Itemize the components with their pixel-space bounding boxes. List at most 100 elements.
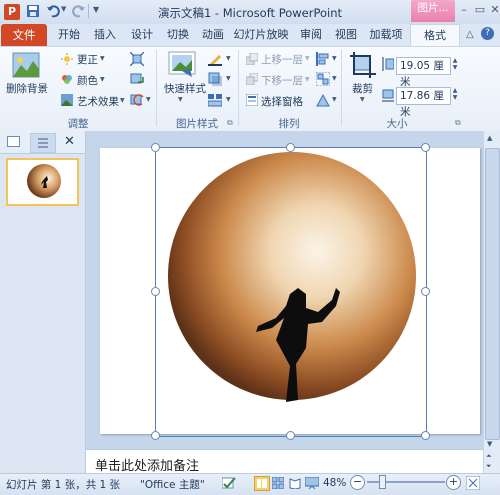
bring-forward-dropdown-icon[interactable]: ▼ (305, 55, 310, 62)
save-icon[interactable] (26, 4, 40, 18)
align-dropdown-icon[interactable]: ▼ (332, 55, 337, 62)
change-picture-icon[interactable] (130, 72, 144, 89)
tab-review[interactable]: 审阅 (296, 24, 326, 46)
zoom-in-icon[interactable]: + (446, 475, 461, 490)
resize-handle-bottom[interactable] (286, 431, 295, 440)
notes-placeholder[interactable]: 单击此处添加备注 (95, 455, 199, 474)
color-button[interactable]: 颜色 (77, 73, 98, 88)
height-icon (382, 57, 395, 74)
remove-background-button[interactable]: 删除背景 (6, 81, 48, 96)
tab-file[interactable]: 文件 (1, 24, 47, 46)
outline-tab[interactable] (30, 133, 56, 153)
undo-dropdown-icon[interactable]: ▼ (61, 5, 66, 13)
tab-slideshow[interactable]: 幻灯片放映 (233, 24, 289, 46)
undo-icon[interactable] (46, 4, 60, 18)
fit-to-window-icon[interactable] (465, 475, 481, 493)
height-spinner[interactable]: ▲ ▼ (451, 57, 459, 71)
redo-icon[interactable] (72, 4, 86, 18)
height-input[interactable]: 19.05 厘米 (396, 57, 451, 88)
spell-check-icon[interactable] (221, 476, 236, 493)
close-pane-icon[interactable]: ✕ (64, 134, 75, 149)
width-spinner[interactable]: ▲ ▼ (451, 87, 459, 101)
previous-slide-icon[interactable]: ⏶ (486, 452, 492, 461)
tab-addins[interactable]: 加载项 (366, 24, 406, 46)
size-launcher-icon[interactable]: ⧉ (455, 118, 461, 128)
picture-border-dropdown-icon[interactable]: ▼ (226, 55, 231, 62)
reset-picture-icon[interactable] (130, 93, 144, 110)
resize-handle-bottom-left[interactable] (151, 431, 160, 440)
bring-forward-button[interactable]: 上移一层 (261, 52, 303, 67)
powerpoint-app-icon[interactable]: P (4, 4, 20, 20)
rotate-icon[interactable] (316, 93, 330, 110)
corrections-button[interactable]: 更正 (77, 52, 98, 67)
artistic-effects-dropdown-icon[interactable]: ▼ (120, 97, 125, 104)
picture-styles-launcher-icon[interactable]: ⧉ (227, 118, 233, 128)
resize-handle-left[interactable] (151, 287, 160, 296)
tab-format[interactable]: 格式 (410, 24, 460, 48)
reading-view-icon[interactable] (289, 477, 301, 492)
tab-view[interactable]: 视图 (331, 24, 361, 46)
crop-button[interactable]: 裁剪 (352, 81, 373, 96)
slide-thumbnail[interactable] (6, 158, 79, 206)
tab-insert[interactable]: 插入 (90, 24, 120, 46)
scroll-down-icon[interactable]: ▼ (487, 440, 492, 448)
tab-transitions[interactable]: 切换 (163, 24, 193, 46)
tab-animations[interactable]: 动画 (198, 24, 228, 46)
resize-handle-bottom-right[interactable] (421, 431, 430, 440)
customize-qat-icon[interactable]: ▼ (93, 5, 99, 14)
picture-layout-icon[interactable] (207, 93, 223, 110)
resize-handle-top[interactable] (286, 143, 295, 152)
group-separator (238, 50, 239, 126)
send-backward-dropdown-icon[interactable]: ▼ (305, 76, 310, 83)
crop-dropdown-icon[interactable]: ▼ (360, 96, 365, 103)
picture-effects-dropdown-icon[interactable]: ▼ (226, 75, 231, 82)
scroll-thumb[interactable] (485, 148, 500, 440)
resize-handle-top-right[interactable] (421, 143, 430, 152)
resize-handle-top-left[interactable] (151, 143, 160, 152)
send-backward-icon (245, 72, 259, 88)
adjust-group-label: 调整 (67, 118, 89, 130)
minimize-ribbon-icon[interactable]: △ (466, 29, 474, 40)
size-group-label: 大小 (386, 118, 408, 130)
tab-design[interactable]: 设计 (127, 24, 157, 46)
help-icon[interactable]: ? (481, 27, 494, 40)
normal-view-icon[interactable] (254, 476, 270, 491)
group-objects-dropdown-icon[interactable]: ▼ (332, 75, 337, 82)
corrections-dropdown-icon[interactable]: ▼ (100, 55, 105, 62)
slide-sorter-view-icon[interactable] (271, 476, 285, 492)
remove-background-icon[interactable] (12, 52, 40, 78)
corrections-icon[interactable] (61, 53, 73, 68)
picture-layout-dropdown-icon[interactable]: ▼ (226, 96, 231, 103)
width-input[interactable]: 17.86 厘米 (396, 87, 451, 118)
close-icon[interactable]: ✕ (486, 3, 500, 17)
theme-status[interactable]: "Office 主题" (140, 477, 205, 492)
slideshow-view-icon[interactable] (304, 476, 320, 492)
picture-effects-icon[interactable] (208, 72, 222, 89)
align-icon[interactable] (316, 52, 330, 69)
zoom-out-icon[interactable]: − (350, 475, 365, 490)
selection-pane-button[interactable]: 选择窗格 (261, 94, 303, 109)
next-slide-icon[interactable]: ⏷ (486, 462, 492, 471)
qat-separator (88, 4, 89, 18)
tab-home[interactable]: 开始 (54, 24, 84, 46)
zoom-slider-thumb[interactable] (379, 475, 386, 489)
reset-picture-dropdown-icon[interactable]: ▼ (146, 96, 151, 103)
group-objects-icon[interactable] (315, 71, 331, 89)
artistic-effects-button[interactable]: 艺术效果 (77, 94, 119, 109)
color-dropdown-icon[interactable]: ▼ (100, 76, 105, 83)
send-backward-button[interactable]: 下移一层 (261, 73, 303, 88)
quick-styles-icon[interactable] (168, 51, 196, 79)
compress-pictures-icon[interactable] (129, 51, 145, 69)
crop-icon[interactable] (350, 52, 376, 78)
color-icon[interactable] (61, 73, 73, 88)
quick-styles-dropdown-icon[interactable]: ▼ (178, 96, 183, 103)
artistic-effects-icon[interactable] (61, 94, 73, 109)
picture-border-icon[interactable] (208, 52, 222, 69)
slides-tab-icon[interactable] (7, 136, 20, 147)
quick-styles-button[interactable]: 快速样式 (164, 81, 206, 96)
zoom-level[interactable]: 48% (323, 477, 346, 489)
scroll-up-icon[interactable]: ▲ (487, 134, 492, 142)
rotate-dropdown-icon[interactable]: ▼ (332, 96, 337, 103)
selection-frame (155, 147, 427, 437)
resize-handle-right[interactable] (421, 287, 430, 296)
